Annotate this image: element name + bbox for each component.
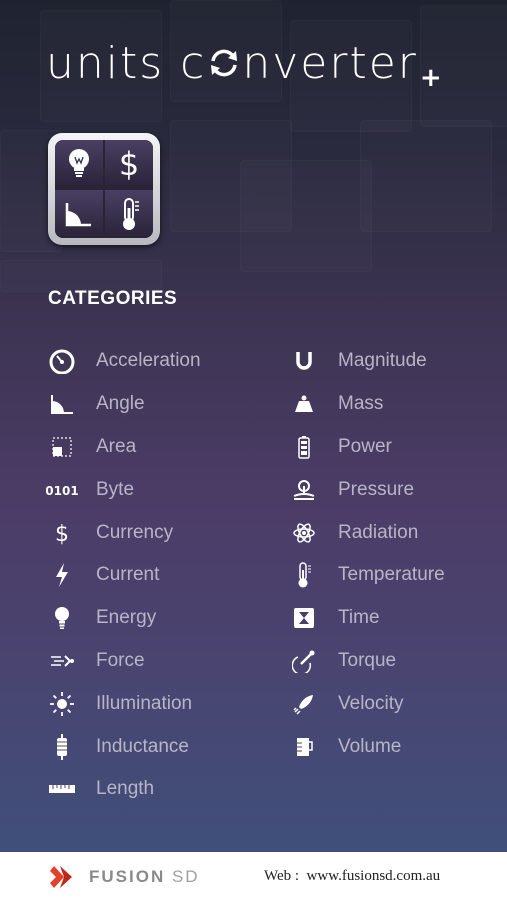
title-start: units c (46, 38, 207, 89)
gauge-icon (44, 346, 80, 376)
category-label: Angle (96, 393, 145, 415)
pressure-icon (286, 475, 322, 505)
category-radiation[interactable]: Radiation (286, 511, 445, 554)
byte-icon: 0101 (44, 475, 80, 505)
svg-text:0101: 0101 (46, 484, 78, 498)
refresh-arrows-icon (211, 49, 238, 77)
category-power[interactable]: Power (286, 426, 445, 469)
category-label: Magnitude (338, 350, 427, 372)
lightbulb-icon (55, 140, 103, 188)
sun-icon (44, 689, 80, 719)
category-volume[interactable]: Volume (286, 725, 445, 768)
category-label: Force (96, 649, 145, 671)
categories-right-column: Magnitude Mass Power Pressure Radiation … (286, 340, 445, 768)
lightbulb-icon (44, 603, 80, 633)
footer-bar: FUSION SD Web : www.fusionsd.com.au (0, 852, 507, 900)
category-length[interactable]: Length (44, 768, 201, 811)
web-label: Web : (264, 868, 300, 884)
torque-icon (286, 646, 322, 676)
category-label: Acceleration (96, 350, 201, 372)
dollar-icon: $ (44, 518, 80, 548)
category-label: Volume (338, 735, 402, 757)
category-velocity[interactable]: Velocity (286, 682, 445, 725)
lightning-icon (44, 560, 80, 590)
app-screen: units c nverter+ $ CATEGORIES Accelerati… (0, 0, 507, 852)
weight-icon (286, 389, 322, 419)
category-byte[interactable]: 0101 Byte (44, 468, 201, 511)
category-label: Length (96, 778, 155, 800)
fusion-sd-logo-icon (50, 866, 72, 888)
category-label: Temperature (338, 564, 445, 586)
category-label: Torque (338, 649, 397, 671)
svg-text:$: $ (119, 146, 139, 182)
category-label: Power (338, 435, 392, 457)
hourglass-icon (286, 603, 322, 633)
category-current[interactable]: Current (44, 554, 201, 597)
inductor-icon (44, 732, 80, 762)
force-icon (44, 646, 80, 676)
category-label: Current (96, 564, 160, 586)
category-area[interactable]: Area (44, 426, 201, 469)
magnet-icon (286, 346, 322, 376)
category-label: Inductance (96, 735, 189, 757)
web-url-link[interactable]: www.fusionsd.com.au (307, 868, 441, 884)
category-label: Pressure (338, 478, 415, 500)
category-pressure[interactable]: Pressure (286, 468, 445, 511)
brand-name: FUSION SD (89, 867, 200, 887)
brand-suffix: SD (171, 867, 200, 886)
ruler-icon (44, 774, 80, 804)
svg-text:$: $ (55, 522, 69, 546)
category-temperature[interactable]: Temperature (286, 554, 445, 597)
category-label: Byte (96, 478, 135, 500)
category-label: Energy (96, 607, 157, 629)
angle-icon (55, 190, 103, 238)
category-acceleration[interactable]: Acceleration (44, 340, 201, 383)
categories-left-column: Acceleration Angle Area 0101 Byte $ Curr… (44, 340, 201, 811)
category-angle[interactable]: Angle (44, 383, 201, 426)
category-label: Velocity (338, 692, 404, 714)
category-force[interactable]: Force (44, 640, 201, 683)
category-energy[interactable]: Energy (44, 597, 201, 640)
rocket-icon (286, 689, 322, 719)
category-magnitude[interactable]: Magnitude (286, 340, 445, 383)
brand-main: FUSION (89, 867, 166, 886)
categories-heading: CATEGORIES (48, 288, 178, 309)
category-label: Mass (338, 393, 384, 415)
category-time[interactable]: Time (286, 597, 445, 640)
app-logo: $ (48, 133, 160, 245)
category-illumination[interactable]: Illumination (44, 682, 201, 725)
atom-icon (286, 518, 322, 548)
thermometer-icon (286, 560, 322, 590)
category-label: Radiation (338, 521, 419, 543)
app-title: units c nverter+ (46, 38, 444, 93)
website: Web : www.fusionsd.com.au (264, 868, 440, 885)
title-end: nverter (242, 38, 418, 89)
category-label: Illumination (96, 692, 193, 714)
beaker-icon (286, 732, 322, 762)
category-label: Currency (96, 521, 174, 543)
category-label: Time (338, 607, 380, 629)
angle-icon (44, 389, 80, 419)
area-icon (44, 432, 80, 462)
title-plus: + (419, 63, 444, 93)
battery-icon (286, 432, 322, 462)
dollar-icon: $ (105, 140, 153, 188)
category-mass[interactable]: Mass (286, 383, 445, 426)
category-inductance[interactable]: Inductance (44, 725, 201, 768)
category-currency[interactable]: $ Currency (44, 511, 201, 554)
category-label: Area (96, 435, 137, 457)
thermometer-icon (105, 190, 153, 238)
category-torque[interactable]: Torque (286, 640, 445, 683)
